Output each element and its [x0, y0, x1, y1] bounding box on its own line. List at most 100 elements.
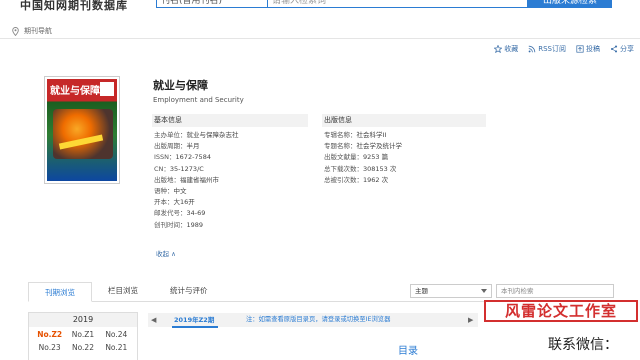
- ie-notice-link[interactable]: 注：如需查看原版目录页，请登录或切换至IE浏览器: [246, 313, 390, 327]
- info-label: 语种：: [154, 187, 174, 196]
- issue-grid: No.Z2 No.Z1 No.24 No.23 No.22 No.21: [29, 327, 137, 355]
- issue-link[interactable]: No.21: [100, 342, 133, 353]
- info-row: 专题名称：社会学及统计学: [324, 141, 402, 152]
- cover-badge: [100, 82, 114, 96]
- info-label: 开本：: [154, 198, 174, 207]
- chevron-down-icon: [481, 289, 487, 293]
- in-journal-search-input[interactable]: 本刊内检索: [496, 284, 614, 298]
- info-value: 34-69: [186, 209, 206, 218]
- search-field-value: 主题: [415, 287, 428, 295]
- tab-statistics[interactable]: 统计与评价: [154, 281, 224, 301]
- info-row: 邮发代号：34-69: [154, 208, 239, 219]
- info-label: 专辑名称：: [324, 131, 357, 139]
- toc-title: 目录: [398, 346, 418, 357]
- info-value: 社会科学II: [356, 131, 387, 139]
- search-scope-select[interactable]: 刊名(曾用刊名): [156, 0, 268, 8]
- year-panel: 2019 No.Z2 No.Z1 No.24 No.23 No.22 No.21: [28, 312, 138, 360]
- journal-actions: 收藏 RSS订阅 投稿 分享: [494, 44, 634, 54]
- rss-label: RSS订阅: [538, 45, 566, 53]
- wechat-contact-label: 联系微信：: [548, 337, 618, 353]
- info-row: 创刊时间：1989: [154, 220, 239, 231]
- info-label: 出版地：: [154, 175, 180, 184]
- basic-info-heading: 基本信息: [152, 114, 308, 127]
- submit-label: 投稿: [586, 45, 600, 53]
- search-field-select[interactable]: 主题: [410, 284, 492, 298]
- site-logo[interactable]: 中国知网期刊数据库: [20, 0, 128, 13]
- tab-issue-browse[interactable]: 刊期浏览: [28, 282, 92, 302]
- info-row: ISSN：1672-7584: [154, 152, 239, 163]
- issue-link[interactable]: No.22: [66, 342, 99, 353]
- info-label: 总下载次数：: [324, 164, 363, 173]
- info-label: 创刊时间：: [154, 220, 187, 229]
- year-heading[interactable]: 2019: [29, 313, 137, 327]
- info-row: 出版周期：半月: [154, 141, 239, 152]
- info-value: 社会学及统计学: [356, 142, 403, 151]
- basic-info-list: 主办单位：就业与保障杂志社 出版周期：半月 ISSN：1672-7584 CN：…: [154, 130, 239, 231]
- location-pin-icon: [12, 26, 19, 36]
- cover-image: 就业与保障: [47, 79, 117, 181]
- search-button[interactable]: 出版来源检索: [528, 0, 612, 8]
- info-label: 邮发代号：: [154, 209, 187, 218]
- issue-link[interactable]: No.23: [33, 342, 66, 353]
- info-value: 1672-7584: [175, 153, 211, 162]
- publish-info-list: 专辑名称：社会科学II 专题名称：社会学及统计学 出版文献量：9253 篇 总下…: [324, 130, 402, 186]
- info-value: 1989: [186, 220, 204, 229]
- star-icon: [494, 45, 503, 53]
- info-row: 主办单位：就业与保障杂志社: [154, 130, 239, 141]
- breadcrumb: 期刊导航: [12, 24, 52, 38]
- info-label: 主办单位：: [154, 131, 187, 139]
- info-label: 专题名称：: [324, 142, 357, 151]
- journal-cover: 就业与保障: [44, 76, 120, 184]
- info-value: 福建省福州市: [180, 175, 219, 184]
- info-value: 35-1273/C: [169, 164, 204, 173]
- info-label: CN：: [154, 164, 170, 173]
- breadcrumb-journal-nav[interactable]: 期刊导航: [24, 26, 52, 36]
- issue-link[interactable]: No.Z1: [66, 329, 99, 340]
- prev-issue-arrow-icon[interactable]: ◀: [151, 313, 156, 327]
- submit-button[interactable]: 投稿: [576, 44, 600, 54]
- info-value: 1962 次: [363, 175, 389, 184]
- info-value: 中文: [173, 187, 187, 196]
- journal-title: 就业与保障: [153, 79, 208, 92]
- info-value: 9253 篇: [363, 153, 389, 162]
- info-row: 出版地：福建省福州市: [154, 175, 239, 186]
- info-row: CN：35-1273/C: [154, 164, 239, 175]
- favorite-label: 收藏: [504, 45, 519, 53]
- share-label: 分享: [620, 45, 634, 53]
- journal-title-en: Employment and Security: [153, 96, 244, 104]
- issue-link[interactable]: No.Z2: [33, 329, 66, 340]
- info-row: 总下载次数：308153 次: [324, 164, 402, 175]
- divider: [0, 38, 640, 39]
- next-issue-arrow-icon[interactable]: ▶: [468, 313, 473, 327]
- info-value: 大16开: [173, 198, 195, 207]
- info-value: 就业与保障杂志社: [186, 131, 239, 139]
- top-search-bar: 中国知网期刊数据库 刊名(曾用刊名) 请输入检索词 出版来源检索: [0, 0, 640, 14]
- info-row: 语种：中文: [154, 186, 239, 197]
- info-row: 开本：大16开: [154, 197, 239, 208]
- info-label: 出版周期：: [154, 142, 187, 151]
- info-label: 出版文献量：: [324, 153, 363, 162]
- cover-title: 就业与保障: [50, 86, 100, 97]
- submit-icon: [576, 45, 584, 53]
- watermark-stamp: 风雷论文工作室: [484, 300, 638, 322]
- current-issue-label: 2019年Z2期: [174, 316, 215, 324]
- current-issue-underline: [172, 326, 218, 328]
- share-button[interactable]: 分享: [610, 44, 634, 54]
- info-row: 总被引次数：1962 次: [324, 175, 402, 186]
- search-input[interactable]: 请输入检索词: [268, 0, 528, 8]
- info-row: 专辑名称：社会科学II: [324, 130, 402, 141]
- publish-info-heading: 出版信息: [322, 114, 486, 127]
- info-value: 半月: [186, 142, 200, 151]
- collapse-link[interactable]: 收起 ∧: [156, 248, 176, 258]
- info-label: ISSN：: [154, 153, 176, 162]
- issue-link[interactable]: No.24: [100, 329, 133, 340]
- rss-icon: [528, 45, 536, 53]
- info-label: 总被引次数：: [324, 175, 363, 184]
- rss-button[interactable]: RSS订阅: [528, 44, 566, 54]
- share-icon: [610, 45, 618, 53]
- favorite-button[interactable]: 收藏: [494, 44, 518, 54]
- tab-column-browse[interactable]: 栏目浏览: [92, 281, 154, 301]
- info-value: 308153 次: [363, 164, 397, 173]
- cover-photo: [53, 109, 113, 159]
- info-row: 出版文献量：9253 篇: [324, 152, 402, 163]
